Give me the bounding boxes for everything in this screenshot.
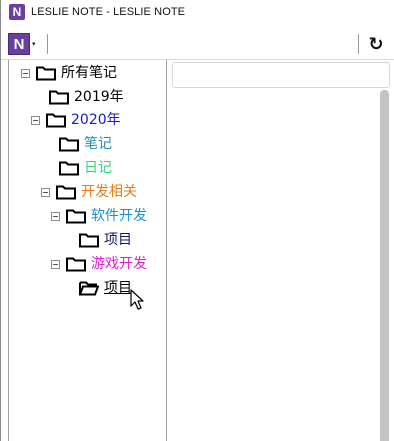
collapse-toggle-icon[interactable] [51,259,60,269]
notebook-tree: 所有笔记 2019年 2020年 笔记 日记 开发相关 软件开发 项目 游戏开发… [8,60,167,441]
chevron-down-icon: ▾ [32,40,36,48]
tree-node-label: 软件开发 [91,208,147,224]
tree-node-label: 项目 [104,280,132,296]
vertical-scrollbar[interactable] [380,90,389,441]
title-bar: N LESLIE NOTE - LESLIE NOTE [1,0,394,26]
search-input[interactable] [172,62,390,88]
folder-icon [59,161,79,176]
window-title: LESLIE NOTE - LESLIE NOTE [31,6,186,18]
folder-icon [49,90,69,105]
folder-icon [56,185,76,200]
toolbar-separator [358,34,359,54]
app-menu-button[interactable]: N ▾ [8,32,44,56]
tree-node-label: 笔记 [84,136,112,152]
tree-node-label: 2020年 [71,112,121,128]
tree-node-label: 项目 [104,232,132,248]
tree-node-diary[interactable]: 日记 [59,157,112,179]
folder-open-icon [79,281,99,296]
refresh-button[interactable]: ↻ [365,33,387,55]
tree-node-software-project[interactable]: 项目 [79,229,132,251]
collapse-toggle-icon[interactable] [41,187,50,197]
tree-node-label: 游戏开发 [91,256,147,272]
tree-node-all-notes[interactable]: 所有笔记 [21,62,117,84]
window-left-border [0,0,1,441]
folder-icon [66,257,86,272]
app-icon: N [9,4,25,20]
mouse-cursor-icon [130,289,144,310]
tree-node-notes[interactable]: 笔记 [59,133,112,155]
collapse-toggle-icon[interactable] [21,68,30,78]
folder-icon [46,113,66,128]
tree-node-label: 日记 [84,160,112,176]
tree-node-label: 所有笔记 [61,65,117,81]
tree-node-software-dev[interactable]: 软件开发 [51,205,147,227]
refresh-icon: ↻ [368,33,384,55]
folder-icon [36,66,56,81]
tree-node-label: 2019年 [74,89,124,105]
toolbar-separator [47,34,48,54]
tree-node-game-dev[interactable]: 游戏开发 [51,253,147,275]
toolbar: N ▾ ↻ [1,28,394,60]
tree-node-2020[interactable]: 2020年 [31,109,121,131]
tree-node-dev[interactable]: 开发相关 [41,181,137,203]
folder-icon [66,209,86,224]
tree-node-2019[interactable]: 2019年 [49,86,124,108]
tree-node-label: 开发相关 [81,184,137,200]
folder-icon [59,137,79,152]
collapse-toggle-icon[interactable] [31,115,40,125]
folder-icon [79,233,99,248]
tree-node-game-project[interactable]: 项目 [79,277,132,299]
app-logo-icon: N [8,33,30,55]
collapse-toggle-icon[interactable] [51,211,60,221]
